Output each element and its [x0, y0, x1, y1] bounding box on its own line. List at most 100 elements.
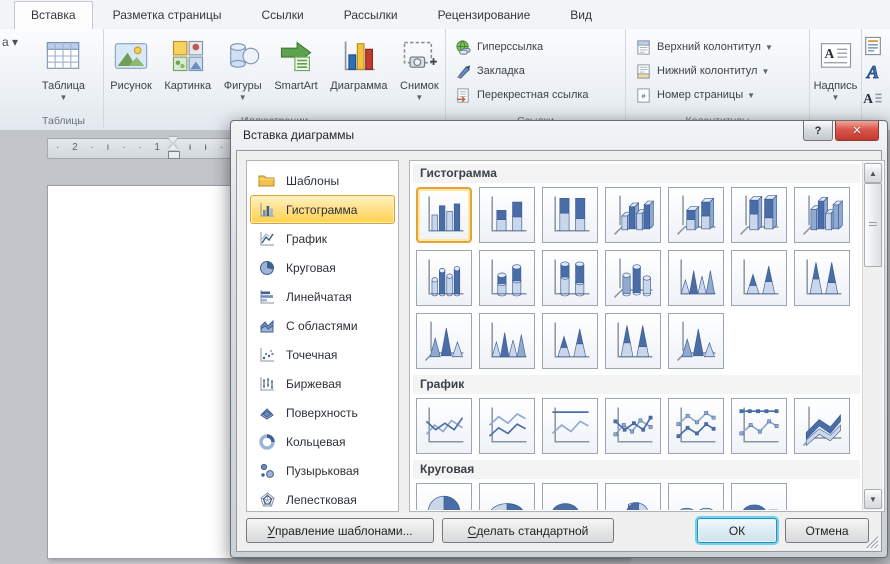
button-label: Картинка: [164, 80, 211, 92]
scroll-down-icon[interactable]: ▼: [864, 489, 882, 509]
scrollbar-thumb[interactable]: [864, 183, 882, 267]
ribbon-tab-2[interactable]: Разметка страницы: [99, 2, 236, 29]
chart-category-с областями[interactable]: С областями: [250, 311, 395, 340]
chart-thumbnail-pie-3d[interactable]: [479, 483, 535, 510]
gallery-section-label: Круговая: [413, 460, 860, 479]
ribbon-tab-6[interactable]: Вид: [556, 2, 606, 29]
chevron-down-icon: ▼: [415, 94, 423, 102]
chart-category-линейчатая[interactable]: Линейчатая: [250, 282, 395, 311]
chart-thumbnail-clustered-cone[interactable]: [668, 250, 724, 306]
chart-thumbnail-stacked-column-100-3d[interactable]: [731, 187, 787, 243]
chart-thumbnail-clustered-column-3d[interactable]: [605, 187, 661, 243]
partial-left-button[interactable]: a ▾: [2, 35, 18, 49]
chart-thumbnail-stacked-line-100[interactable]: [542, 398, 598, 454]
chart-thumbnail-column-3d[interactable]: [794, 187, 850, 243]
set-default-button[interactable]: Сделать стандартной: [442, 518, 614, 543]
word-window: ВставкаРазметка страницы Ссылки Рассылки Ре…: [0, 0, 890, 564]
chart-thumbnail-stacked-line-with-markers[interactable]: [668, 398, 724, 454]
drop-cap-icon[interactable]: A: [862, 85, 890, 111]
doughnut-chart-icon: [257, 434, 277, 450]
resize-grip[interactable]: [866, 536, 878, 548]
ribbon-tab-4[interactable]: Рассылки: [330, 2, 412, 29]
chart-thumbnail-stacked-cone-100[interactable]: [794, 250, 850, 306]
svg-text:A: A: [824, 46, 834, 61]
chart-category-пузырьковая[interactable]: Пузырьковая: [250, 456, 395, 485]
indent-marker[interactable]: [168, 137, 179, 163]
chart-thumbnail-pyramid-3d[interactable]: [668, 313, 724, 369]
chart-icon: [340, 35, 378, 77]
chart-thumbnail-cone-3d[interactable]: [416, 313, 472, 369]
chart-category-биржевая[interactable]: Биржевая: [250, 369, 395, 398]
chart-category-поверхность[interactable]: Поверхность: [250, 398, 395, 427]
page-number-button[interactable]: #Номер страницы▼: [634, 83, 773, 107]
chart-thumbnail-bar-of-pie[interactable]: [731, 483, 787, 510]
wordart-icon[interactable]: А: [862, 59, 890, 85]
chart-thumbnail-stacked-cone[interactable]: [731, 250, 787, 306]
first-line-indent-icon[interactable]: [168, 137, 178, 143]
table-button[interactable]: Таблица▼: [39, 33, 88, 104]
quick-parts-icon[interactable]: [862, 33, 890, 59]
chart-thumbnail-stacked-pyramid[interactable]: [542, 313, 598, 369]
clipart-button[interactable]: Картинка: [161, 33, 214, 94]
chart-thumbnail-exploded-pie-3d[interactable]: [668, 483, 724, 510]
ribbon-group-text: AНадпись▼: [810, 29, 862, 129]
chart-thumbnail-line[interactable]: [416, 398, 472, 454]
chart-thumbnail-stacked-column-3d[interactable]: [668, 187, 724, 243]
chart-thumbnail-stacked-cylinder-100[interactable]: [542, 250, 598, 306]
hyperlink-button[interactable]: Гиперссылка: [454, 35, 589, 59]
surface-chart-icon: [257, 405, 277, 421]
textbox-button[interactable]: AНадпись▼: [811, 33, 861, 104]
chart-thumbnail-cylinder-3d[interactable]: [605, 250, 661, 306]
ribbon-tab-bar: ВставкаРазметка страницы Ссылки Рассылки Ре…: [0, 0, 890, 29]
cross-reference-button[interactable]: Перекрестная ссылка: [454, 83, 589, 107]
chart-thumbnail-clustered-column[interactable]: [416, 187, 472, 243]
chart-category-круговая[interactable]: Круговая: [250, 253, 395, 282]
close-icon[interactable]: ✕: [835, 121, 879, 141]
footer-button[interactable]: Нижний колонтитул▼: [634, 59, 773, 83]
chart-thumbnail-exploded-pie[interactable]: [605, 483, 661, 510]
chart-thumbnail-stacked-pyramid-100[interactable]: [605, 313, 661, 369]
category-label: Гистограмма: [286, 203, 357, 217]
chart-thumbnail-pie-of-pie[interactable]: [542, 483, 598, 510]
page-number-icon: #: [634, 87, 652, 103]
chart-thumbnail-stacked-cylinder[interactable]: [479, 250, 535, 306]
gallery-scrollbar[interactable]: ▲ ▼: [862, 162, 883, 510]
scroll-up-icon[interactable]: ▲: [864, 163, 882, 183]
chart-thumbnail-stacked-column-100[interactable]: [542, 187, 598, 243]
left-indent-icon[interactable]: [168, 151, 180, 159]
ribbon-tab-1[interactable]: Вставка: [14, 1, 93, 30]
screenshot-button[interactable]: Снимок▼: [397, 33, 442, 104]
area-chart-icon: [257, 318, 277, 334]
chevron-down-icon: ▼: [239, 94, 247, 102]
cancel-button[interactable]: Отмена: [785, 518, 869, 543]
chart-category-точечная[interactable]: Точечная: [250, 340, 395, 369]
ok-button[interactable]: ОК: [697, 518, 777, 543]
shapes-button[interactable]: Фигуры▼: [221, 33, 265, 104]
chart-thumbnail-line-with-markers[interactable]: [605, 398, 661, 454]
chart-category-график[interactable]: График: [250, 224, 395, 253]
ribbon-tab-5[interactable]: Рецензирование: [424, 2, 545, 29]
chart-category-шаблоны[interactable]: Шаблоны: [250, 166, 395, 195]
chart-thumbnail-stacked-column[interactable]: [479, 187, 535, 243]
chart-category-гистограмма[interactable]: Гистограмма: [250, 195, 395, 224]
chart-thumbnail-clustered-cylinder[interactable]: [416, 250, 472, 306]
picture-button[interactable]: Рисунок: [107, 33, 155, 94]
manage-templates-button[interactable]: Управление шаблонами...: [246, 518, 434, 543]
chart-category-лепестковая[interactable]: Лепестковая: [250, 485, 395, 514]
ribbon-group-Колонтитулы: Верхний колонтитул▼Нижний колонтитул▼#Но…: [626, 29, 810, 129]
smartart-button[interactable]: SmartArt: [271, 33, 320, 94]
ribbon-tab-3[interactable]: Ссылки: [247, 2, 317, 29]
hanging-indent-icon[interactable]: [168, 144, 178, 150]
chart-thumbnail-pie[interactable]: [416, 483, 472, 510]
chart-button[interactable]: Диаграмма: [327, 33, 390, 94]
help-button[interactable]: ?: [803, 121, 833, 141]
chart-thumbnail-clustered-pyramid[interactable]: [479, 313, 535, 369]
bookmark-icon: [454, 63, 472, 79]
category-label: График: [286, 232, 327, 246]
bookmark-button[interactable]: Закладка: [454, 59, 589, 83]
chart-thumbnail-line-3d[interactable]: [794, 398, 850, 454]
chart-thumbnail-stacked-line[interactable]: [479, 398, 535, 454]
header-button[interactable]: Верхний колонтитул▼: [634, 35, 773, 59]
chart-category-кольцевая[interactable]: Кольцевая: [250, 427, 395, 456]
chart-thumbnail-stacked-line-100-with-markers[interactable]: [731, 398, 787, 454]
